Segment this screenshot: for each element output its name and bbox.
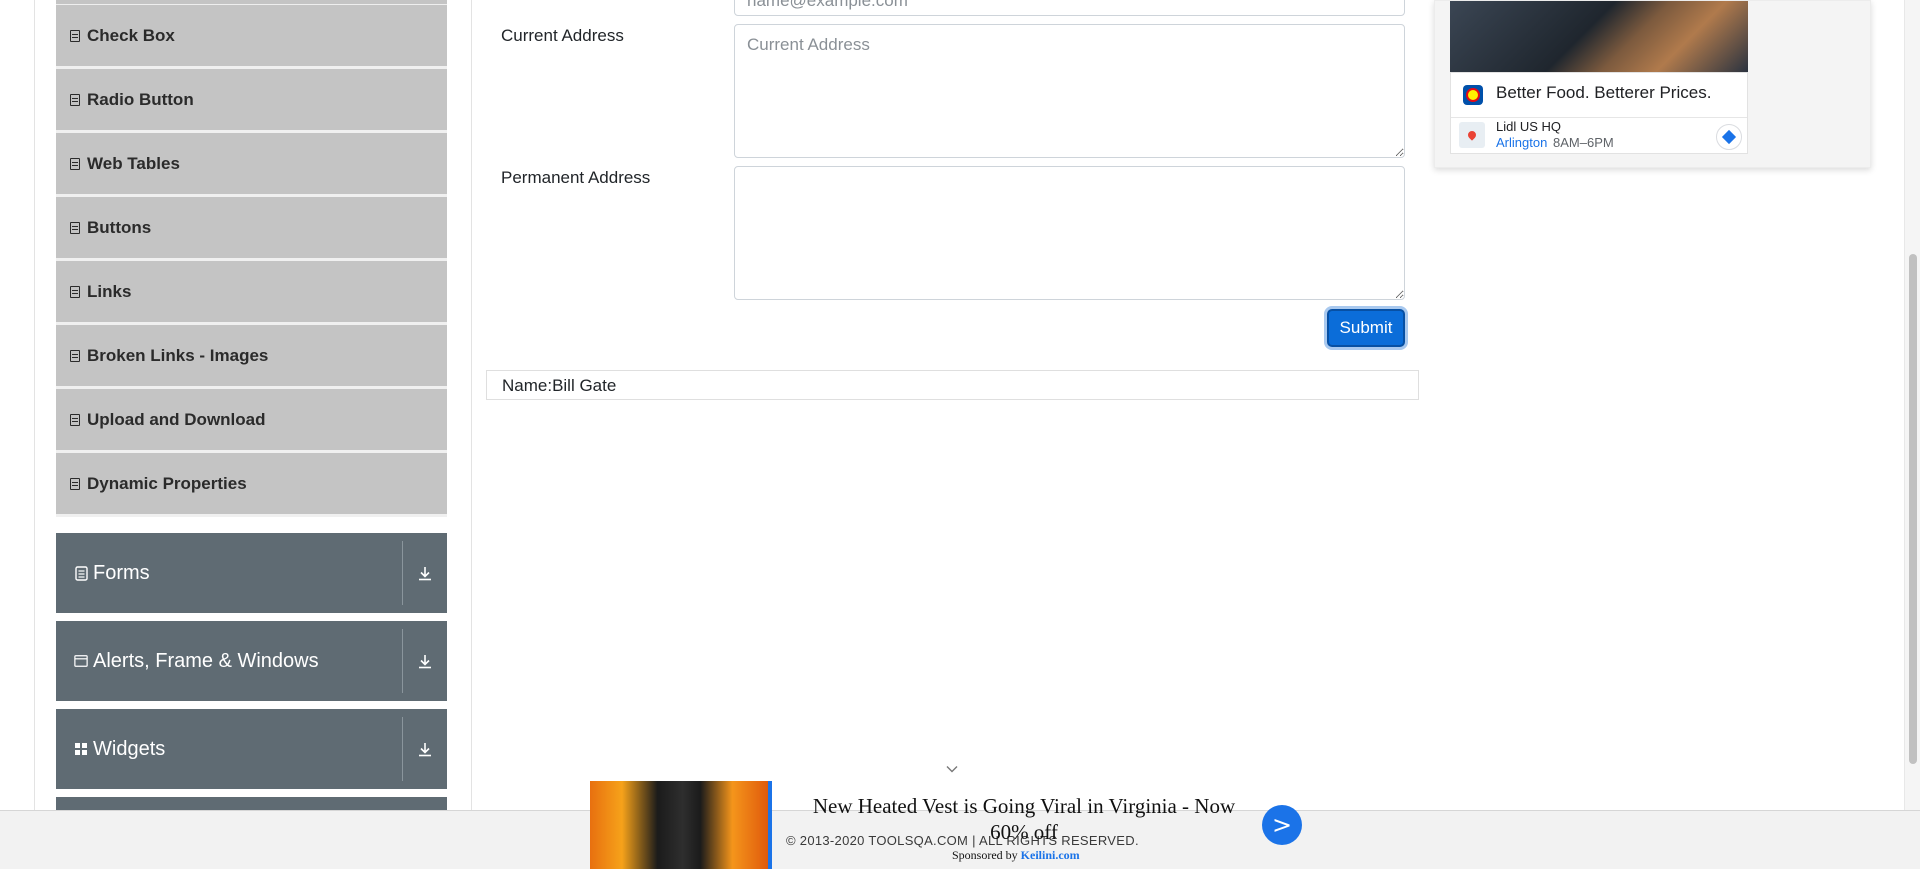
menu-item-links[interactable]: Links <box>56 261 447 325</box>
ad-location-hours: 8AM–6PM <box>1553 135 1614 150</box>
download-arrow-icon[interactable] <box>403 621 447 701</box>
elements-menu-list: Check Box Radio Button Web Tables Button… <box>56 0 447 517</box>
current-address-label: Current Address <box>501 26 624 45</box>
menu-item-dynamic-properties[interactable]: Dynamic Properties <box>56 453 447 517</box>
menu-item-label: Check Box <box>87 25 175 45</box>
ad-image[interactable] <box>1450 1 1748 72</box>
ad-location-name: Lidl US HQ <box>1496 119 1562 134</box>
scrollbar-thumb[interactable] <box>1909 254 1917 764</box>
email-field[interactable] <box>734 0 1405 16</box>
list-icon <box>70 221 80 234</box>
menu-item-label: Links <box>87 281 132 301</box>
directions-icon[interactable] <box>1716 124 1742 150</box>
current-address-field[interactable] <box>734 24 1405 158</box>
group-header-label: Alerts, Frame & Windows <box>93 649 319 672</box>
page: Check Box Radio Button Web Tables Button… <box>0 0 1920 869</box>
submit-button[interactable]: Submit <box>1327 309 1405 347</box>
download-arrow-icon[interactable] <box>403 533 447 613</box>
permanent-address-field[interactable] <box>734 166 1405 300</box>
menu-item-label: Buttons <box>87 217 152 237</box>
chevron-down-icon[interactable] <box>946 762 958 774</box>
ad-headline[interactable]: Better Food. Betterer Prices. <box>1496 83 1711 103</box>
download-arrow-icon[interactable] <box>403 709 447 789</box>
list-icon <box>70 413 80 426</box>
group-header-widgets[interactable]: Widgets <box>56 709 447 789</box>
sponsored-by-text: Sponsored by <box>952 848 1018 862</box>
menu-item-buttons[interactable]: Buttons <box>56 197 447 261</box>
menu-item-label: Broken Links - Images <box>87 345 269 365</box>
list-icon <box>70 349 80 362</box>
ad-image[interactable] <box>590 781 772 869</box>
menu-item-radio-button[interactable]: Radio Button <box>56 69 447 133</box>
window-icon <box>74 654 88 668</box>
menu-item-check-box[interactable]: Check Box <box>56 5 447 69</box>
grid-icon <box>74 742 88 756</box>
group-header-label: Widgets <box>93 737 166 760</box>
output-box: Name:Bill Gate <box>486 370 1419 400</box>
ad-arrow-button[interactable]: > <box>1262 805 1302 845</box>
right-ad[interactable]: Better Food. Betterer Prices. Lidl US HQ… <box>1434 0 1871 168</box>
permanent-address-label: Permanent Address <box>501 168 651 187</box>
menu-item-label: Dynamic Properties <box>87 473 247 493</box>
menu-item-label: Upload and Download <box>87 409 266 429</box>
lidl-logo-icon <box>1463 85 1483 105</box>
vertical-scrollbar[interactable] <box>1904 0 1920 810</box>
ad-title[interactable]: New Heated Vest is Going Viral in Virgin… <box>794 793 1254 845</box>
menu-item-upload-download[interactable]: Upload and Download <box>56 389 447 453</box>
divider <box>1451 117 1747 118</box>
sponsor-link[interactable]: Keilini.com <box>1021 848 1080 862</box>
group-header-alerts-frame-windows[interactable]: Alerts, Frame & Windows <box>56 621 447 701</box>
group-header-label: Forms <box>93 561 150 584</box>
list-icon <box>70 29 80 42</box>
list-icon <box>70 285 80 298</box>
map-pin-icon <box>1459 122 1485 148</box>
ad-card[interactable]: Better Food. Betterer Prices. Lidl US HQ… <box>1450 72 1748 154</box>
group-header-forms[interactable]: Forms <box>56 533 447 613</box>
output-name: Name:Bill Gate <box>502 376 617 395</box>
left-panel: Check Box Radio Button Web Tables Button… <box>34 0 472 817</box>
list-icon <box>70 477 80 490</box>
document-icon <box>74 565 88 581</box>
menu-item-label: Web Tables <box>87 153 180 173</box>
ad-location-city[interactable]: Arlington <box>1496 135 1547 150</box>
ad-sponsor: Sponsored by Keilini.com <box>952 848 1080 863</box>
menu-item-web-tables[interactable]: Web Tables <box>56 133 447 197</box>
list-icon <box>70 157 80 170</box>
menu-item-label: Radio Button <box>87 89 194 109</box>
bottom-ad[interactable]: New Heated Vest is Going Viral in Virgin… <box>590 781 1302 869</box>
menu-item-broken-links[interactable]: Broken Links - Images <box>56 325 447 389</box>
list-icon <box>70 93 80 106</box>
